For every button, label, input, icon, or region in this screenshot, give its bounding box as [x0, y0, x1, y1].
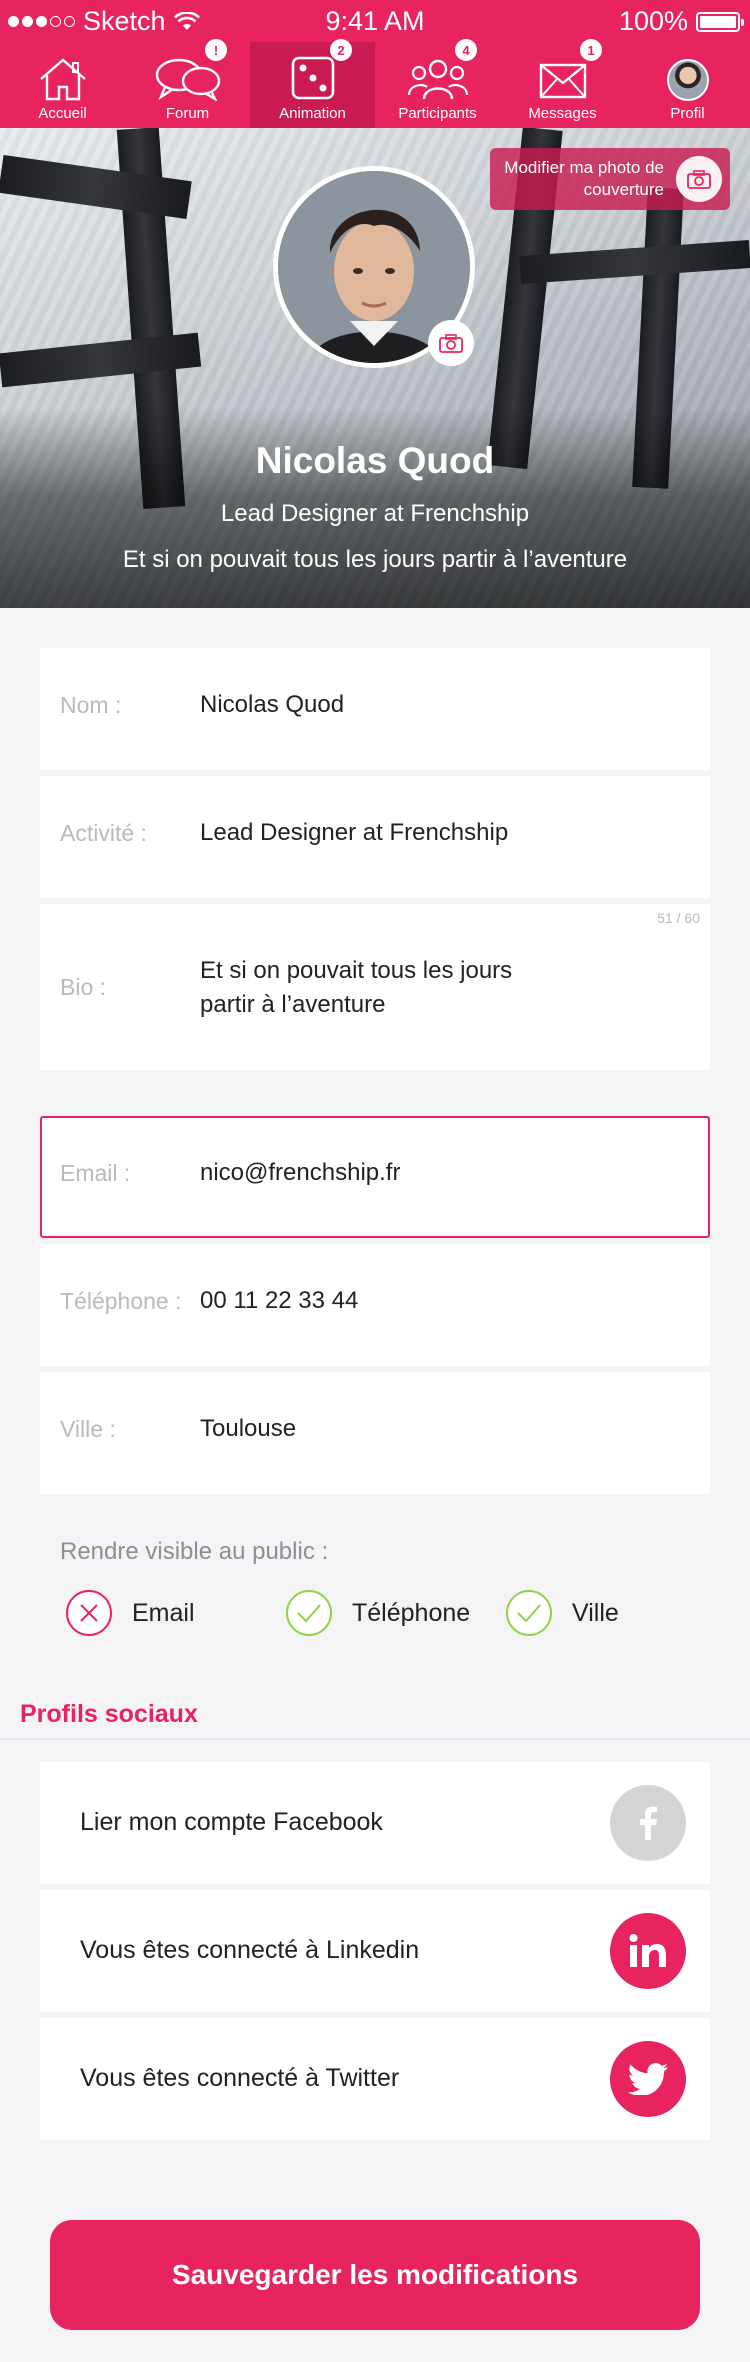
dice-icon: [291, 56, 334, 100]
visibility-telephone-toggle[interactable]: Téléphone: [286, 1590, 470, 1636]
nom-value: Nicolas Quod: [200, 691, 345, 718]
activite-field[interactable]: Activité : Lead Designer at Frenchship: [40, 776, 710, 898]
tab-forum[interactable]: ! Forum: [125, 39, 250, 128]
visibility-ville-toggle[interactable]: Ville: [506, 1590, 619, 1636]
battery-icon: [696, 11, 744, 32]
notification-badge: 1: [580, 39, 602, 61]
profile-job: Lead Designer at Frenchship: [220, 500, 530, 527]
visibility-option-label: Téléphone: [352, 1598, 471, 1627]
visibility-title: Rendre visible au public :: [60, 1538, 329, 1565]
notification-badge: !: [205, 39, 227, 61]
facebook-label: Lier mon compte Facebook: [80, 1808, 383, 1836]
twitter-label: Vous êtes connecté à Twitter: [80, 2064, 400, 2092]
activite-label: Activité :: [60, 820, 147, 846]
home-icon: [39, 58, 86, 101]
ville-field[interactable]: Ville : Toulouse: [40, 1372, 710, 1494]
linkedin-icon[interactable]: [610, 1913, 686, 1989]
tab-bar: Accueil ! Forum 2 Animation 4 Participan…: [0, 39, 750, 128]
tab-profil[interactable]: Profil: [625, 42, 750, 128]
camera-icon: [676, 156, 722, 202]
activite-value: Lead Designer at Frenchship: [200, 819, 509, 846]
chat-bubbles-icon: [155, 58, 220, 101]
tab-label: Profil: [670, 105, 705, 122]
telephone-field[interactable]: Téléphone : 00 11 22 33 44: [40, 1244, 710, 1366]
email-label: Email :: [60, 1160, 131, 1186]
tab-label: Accueil: [38, 105, 87, 122]
camera-icon: [439, 334, 463, 353]
tab-participants[interactable]: 4 Participants: [375, 39, 500, 128]
change-photo-button[interactable]: [428, 320, 474, 366]
profile-bio: Et si on pouvait tous les jours partir à…: [122, 546, 628, 573]
battery-group: 100%: [618, 6, 744, 37]
notification-badge: 4: [455, 39, 477, 61]
bio-label: Bio :: [60, 974, 107, 1000]
tab-label: Participants: [398, 105, 477, 122]
divider: [0, 1738, 750, 1740]
telephone-value: 00 11 22 33 44: [200, 1287, 359, 1314]
facebook-icon[interactable]: [610, 1785, 686, 1861]
tab-label: Messages: [528, 105, 597, 122]
status-bar: Sketch 9:41 AM 100%: [0, 0, 750, 42]
bio-char-counter: 51 / 60: [657, 910, 700, 926]
tab-accueil[interactable]: Accueil: [0, 42, 125, 128]
ville-label: Ville :: [60, 1416, 116, 1442]
twitter-icon[interactable]: [610, 2041, 686, 2117]
tab-label: Forum: [165, 105, 210, 122]
checked-icon: [506, 1590, 552, 1636]
unchecked-icon: [66, 1590, 112, 1636]
change-cover-button[interactable]: Modifier ma photo de couverture: [490, 148, 730, 210]
save-button[interactable]: Sauvegarder les modifications: [50, 2220, 700, 2330]
cover-decor: [519, 240, 750, 284]
twitter-row[interactable]: Vous êtes connecté à Twitter: [40, 2018, 710, 2140]
envelope-icon: [539, 63, 586, 99]
cover-decor: [0, 154, 192, 220]
linkedin-row[interactable]: Vous êtes connecté à Linkedin: [40, 1890, 710, 2012]
email-field[interactable]: Email : nico@frenchship.fr: [40, 1116, 710, 1238]
change-cover-label: Modifier ma photo de couverture: [504, 158, 664, 199]
checked-icon: [286, 1590, 332, 1636]
battery-percent: 100%: [618, 6, 688, 36]
cover-photo: Modifier ma photo de couverture Nicolas …: [0, 128, 750, 608]
visibility-email-toggle[interactable]: Email: [66, 1590, 195, 1636]
notification-badge: 2: [330, 39, 352, 61]
nom-label: Nom :: [60, 692, 122, 718]
social-section-title: Profils sociaux: [20, 1700, 198, 1728]
bio-field[interactable]: 51 / 60 Bio : Et si on pouvait tous les …: [40, 904, 710, 1070]
visibility-option-label: Ville: [572, 1598, 619, 1627]
bio-value: Et si on pouvait tous les jours partir à…: [200, 957, 513, 1018]
telephone-label: Téléphone :: [60, 1288, 182, 1314]
tab-animation[interactable]: 2 Animation: [250, 39, 375, 128]
avatar: [666, 59, 709, 101]
tab-messages[interactable]: 1 Messages: [500, 39, 625, 128]
nom-field[interactable]: Nom : Nicolas Quod: [40, 648, 710, 770]
ville-value: Toulouse: [200, 1415, 297, 1442]
linkedin-label: Vous êtes connecté à Linkedin: [80, 1936, 420, 1964]
people-icon: [407, 59, 468, 100]
profile-name: Nicolas Quod: [255, 440, 495, 481]
tab-label: Animation: [279, 105, 346, 122]
facebook-row[interactable]: Lier mon compte Facebook: [40, 1762, 710, 1884]
visibility-option-label: Email: [132, 1598, 195, 1627]
email-value: nico@frenchship.fr: [200, 1159, 401, 1186]
